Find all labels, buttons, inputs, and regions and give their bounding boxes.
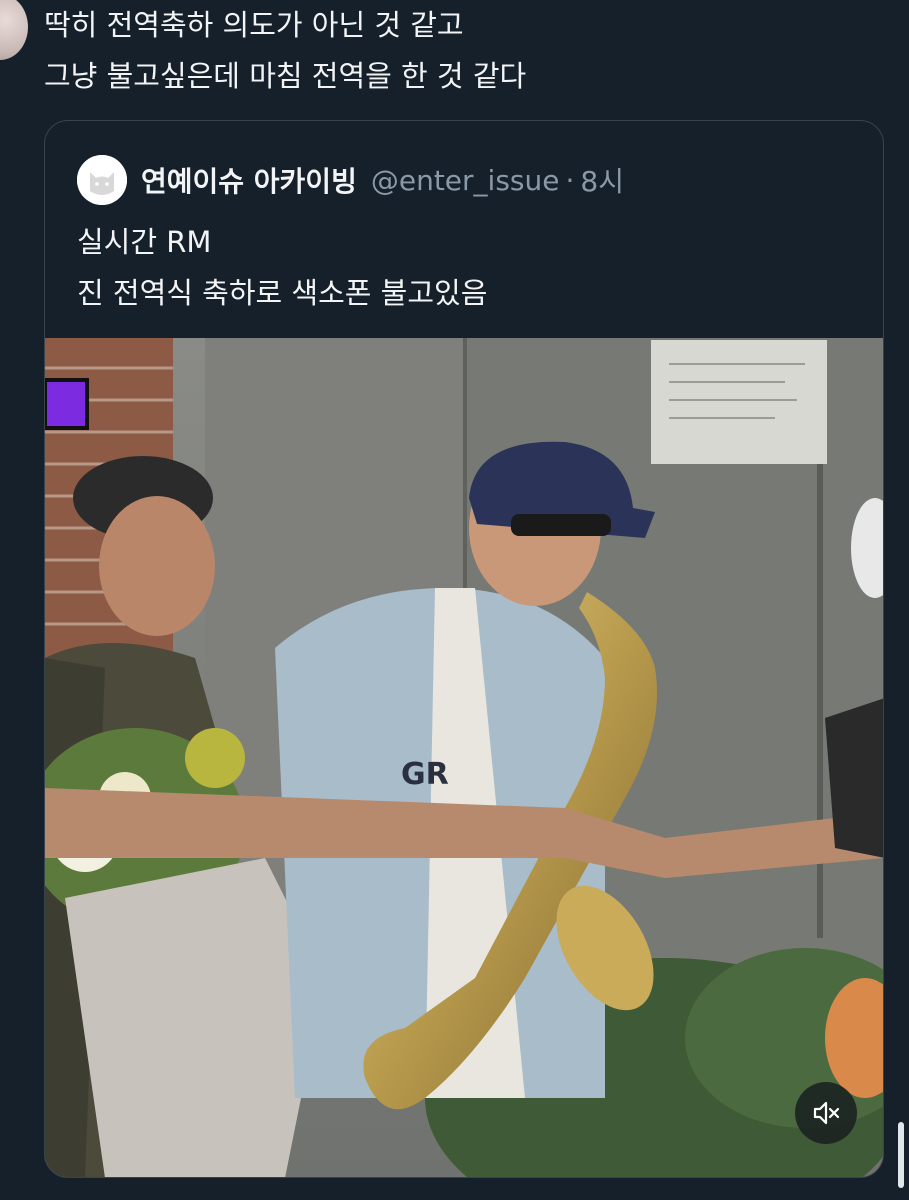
mute-toggle-button[interactable]	[795, 1082, 857, 1144]
tweet-text: 딱히 전역축하 의도가 아닌 것 같고 그냥 불고싶은데 마침 전역을 한 것 …	[44, 0, 884, 102]
tweet-line-2: 그냥 불고싶은데 마침 전역을 한 것 같다	[44, 59, 527, 93]
author-avatar[interactable]	[0, 0, 28, 60]
video-frame: GR	[45, 338, 883, 1177]
speaker-muted-icon	[813, 1101, 840, 1125]
quoted-video[interactable]: GR	[45, 338, 883, 1177]
tweet-page: 딱히 전역축하 의도가 아닌 것 같고 그냥 불고싶은데 마침 전역을 한 것 …	[0, 0, 909, 1200]
cat-face-icon[interactable]	[77, 155, 127, 205]
quoted-timestamp[interactable]: 8시	[580, 160, 624, 200]
svg-text:GR: GR	[401, 757, 449, 792]
scrollbar-thumb[interactable]	[898, 1122, 904, 1188]
quoted-display-name[interactable]: 연예이슈 아카이빙	[141, 160, 357, 200]
tweet-line-1: 딱히 전역축하 의도가 아닌 것 같고	[44, 8, 464, 42]
quoted-tweet-card[interactable]: 연예이슈 아카이빙 @enter_issue · 8시 실시간 RM 진 전역식…	[44, 120, 884, 1178]
separator-dot: ·	[565, 163, 575, 197]
quoted-line-1: 실시간 RM	[77, 225, 212, 259]
quoted-tweet-header: 연예이슈 아카이빙 @enter_issue · 8시	[77, 155, 624, 205]
quoted-handle[interactable]: @enter_issue	[371, 164, 560, 197]
quoted-line-2: 진 전역식 축하로 색소폰 불고있음	[77, 276, 488, 310]
quoted-tweet-text: 실시간 RM 진 전역식 축하로 색소폰 불고있음	[77, 217, 487, 319]
